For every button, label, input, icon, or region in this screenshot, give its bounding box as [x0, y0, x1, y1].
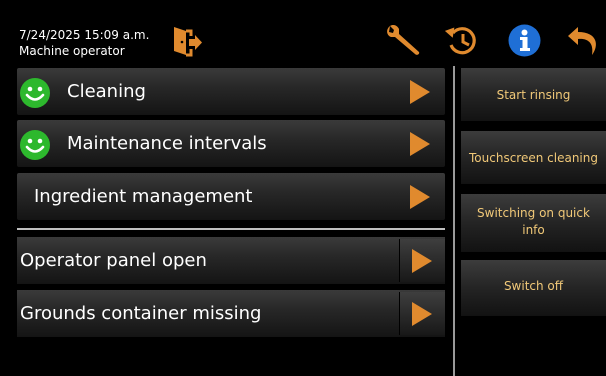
smiley-icon [20, 130, 50, 160]
vertical-divider [453, 66, 455, 376]
touchscreen-cleaning-button[interactable]: Touchscreen cleaning [461, 131, 606, 184]
menu-item-label: Cleaning [67, 81, 146, 102]
menu-item-maintenance-intervals[interactable]: Maintenance intervals [17, 120, 445, 167]
message-operator-panel-open[interactable]: Operator panel open [17, 237, 445, 284]
menu-item-label: Maintenance intervals [67, 133, 267, 154]
button-label: Switch off [503, 279, 564, 293]
button-label: Start rinsing [496, 88, 571, 102]
start-rinsing-button[interactable]: Start rinsing [461, 68, 606, 121]
message-label: Operator panel open [20, 250, 207, 271]
menu-item-cleaning[interactable]: Cleaning [17, 68, 445, 115]
history-icon[interactable] [445, 24, 479, 58]
date-time: 7/24/2025 15:09 a.m. [19, 28, 150, 42]
button-label: Touchscreen cleaning [469, 151, 598, 165]
message-grounds-container-missing[interactable]: Grounds container missing [17, 290, 445, 337]
menu-item-label: Ingredient management [34, 186, 253, 207]
chevron-right-icon [410, 132, 430, 156]
message-arrow-button[interactable] [399, 292, 445, 335]
quick-info-button[interactable]: Switching on quick info [461, 194, 606, 252]
chevron-right-icon [412, 302, 432, 326]
top-bar: 7/24/2025 15:09 a.m. Machine operator [0, 0, 606, 66]
smiley-icon [20, 78, 50, 108]
info-icon[interactable] [508, 24, 541, 57]
user-role: Machine operator [19, 44, 125, 58]
back-icon[interactable] [566, 25, 600, 57]
chevron-right-icon [410, 80, 430, 104]
exit-door-icon[interactable] [171, 25, 203, 57]
message-arrow-button[interactable] [399, 239, 445, 282]
wrench-icon[interactable] [385, 24, 423, 58]
section-divider [17, 228, 445, 230]
message-label: Grounds container missing [20, 303, 262, 324]
switch-off-button[interactable]: Switch off [461, 260, 606, 316]
chevron-right-icon [410, 185, 430, 209]
chevron-right-icon [412, 249, 432, 273]
button-label: Switching on quick info [477, 206, 590, 237]
menu-item-ingredient-management[interactable]: Ingredient management [17, 173, 445, 220]
